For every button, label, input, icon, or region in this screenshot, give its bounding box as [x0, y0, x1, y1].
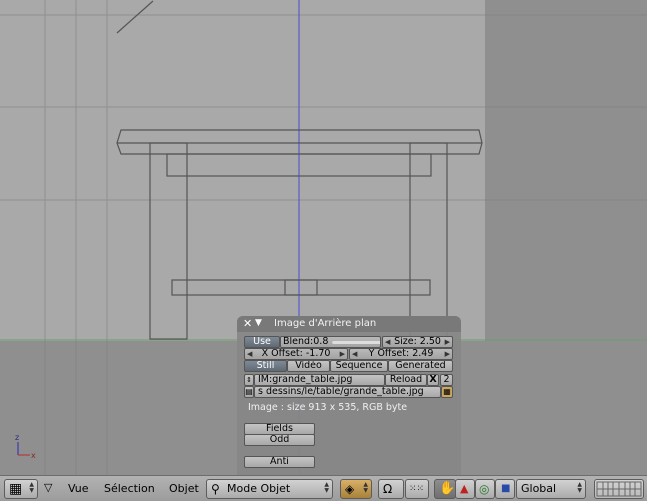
viewport-header[interactable]: ▦ ▲ ▼ ▽ Vue Sélection Objet ⚲ Mode Objet … [0, 475, 647, 501]
scale-manipulator[interactable]: ■ [495, 479, 515, 499]
image-path-field[interactable]: s dessins/le/table/grande_table.jpg [254, 386, 441, 398]
background-image-panel[interactable]: ✕ ▼ Image d'Arrière plan Use Blend:0.8 ◀… [237, 316, 461, 475]
axis-indicator: z x [15, 433, 36, 460]
proportional-edit-button[interactable]: ⁙⁙ [405, 479, 429, 499]
close-icon[interactable]: ✕ [243, 317, 252, 330]
orientation-label: Global [521, 482, 557, 495]
unlink-image-button[interactable]: X [427, 374, 439, 386]
rotate-manipulator[interactable]: ◎ [475, 479, 495, 499]
updown-icon: ▲ ▼ [363, 481, 368, 494]
orientation-selector[interactable]: Global ▲ ▼ [516, 479, 586, 499]
blend-track[interactable] [332, 341, 380, 344]
shading-selector[interactable]: ◈ ▲ ▼ [340, 479, 372, 499]
use-toggle[interactable]: Use [244, 336, 280, 348]
size-value: Size: 2.50 [394, 336, 441, 347]
updown-icon: ▲ ▼ [324, 481, 329, 494]
editor-type-selector[interactable]: ▦ ▲ ▼ [4, 479, 38, 499]
layer-buttons[interactable] [594, 479, 644, 499]
z-axis-label: z [15, 433, 19, 442]
layers-grid-icon [596, 481, 642, 497]
x-offset-value: X Offset: -1.70 [261, 348, 331, 359]
odd-toggle[interactable]: Odd [244, 434, 315, 446]
circle-icon: ◎ [479, 482, 490, 496]
x-offset-field[interactable]: ◀ X Offset: -1.70 ▶ [244, 348, 348, 360]
menu-selection[interactable]: Sélection [104, 482, 155, 495]
image-info-text: Image : size 913 x 535, RGB byte [248, 402, 408, 413]
translate-manipulator[interactable]: ▲ [455, 479, 475, 499]
blend-slider[interactable]: Blend:0.8 [280, 336, 381, 348]
hand-icon: ✋ [439, 481, 456, 496]
mode-label: Mode Objet [227, 482, 291, 495]
collapse-triangle-icon[interactable]: ▼ [255, 318, 262, 328]
3d-viewport[interactable]: ✕ ▼ Image d'Arrière plan Use Blend:0.8 ◀… [0, 0, 647, 475]
image-browse-icon[interactable]: ⇕ [244, 374, 254, 386]
x-axis-label: x [31, 451, 36, 460]
object-mode-icon: ⚲ [211, 482, 220, 496]
pivot-icon: Ω [383, 482, 393, 496]
mode-selector[interactable]: ⚲ Mode Objet ▲ ▼ [206, 479, 333, 499]
blend-label: Blend:0.8 [283, 336, 329, 347]
y-offset-value: Y Offset: 2.49 [368, 348, 434, 359]
square-icon: ■ [501, 483, 511, 494]
menu-objet[interactable]: Objet [169, 482, 199, 495]
manipulator-toggle[interactable]: ✋ [434, 479, 456, 499]
triangle-icon: ▲ [460, 482, 469, 495]
image-name-field[interactable]: IM:grande_table.jpg [254, 374, 385, 386]
header-collapse-icon[interactable]: ▽ [44, 481, 52, 494]
tab-video[interactable]: Vidéo [287, 360, 330, 372]
panel-title: Image d'Arrière plan [274, 318, 377, 329]
file-icon[interactable]: ▤ [244, 386, 254, 398]
reload-button[interactable]: Reload [385, 374, 427, 386]
dotted-icon: ⁙⁙ [409, 484, 425, 494]
pivot-selector[interactable]: Ω [378, 479, 404, 499]
tab-generated[interactable]: Generated [388, 360, 453, 372]
tab-still[interactable]: Still [244, 360, 287, 372]
menu-vue[interactable]: Vue [68, 482, 89, 495]
size-field[interactable]: ◀ Size: 2.50 ▶ [382, 336, 453, 348]
folder-icon[interactable]: ▦ [441, 386, 453, 398]
cube-icon: ◈ [345, 482, 355, 496]
users-count[interactable]: 2 [440, 374, 453, 386]
blend-fill [332, 341, 380, 344]
panel-header[interactable]: ✕ ▼ Image d'Arrière plan [237, 316, 461, 332]
updown-icon: ▲ ▼ [577, 481, 582, 494]
anti-toggle[interactable]: Anti [244, 456, 315, 468]
y-offset-field[interactable]: ◀ Y Offset: 2.49 ▶ [349, 348, 453, 360]
updown-icon: ▲ ▼ [29, 481, 34, 494]
grid-icon: ▦ [9, 481, 23, 497]
tab-sequence[interactable]: Sequence [330, 360, 388, 372]
